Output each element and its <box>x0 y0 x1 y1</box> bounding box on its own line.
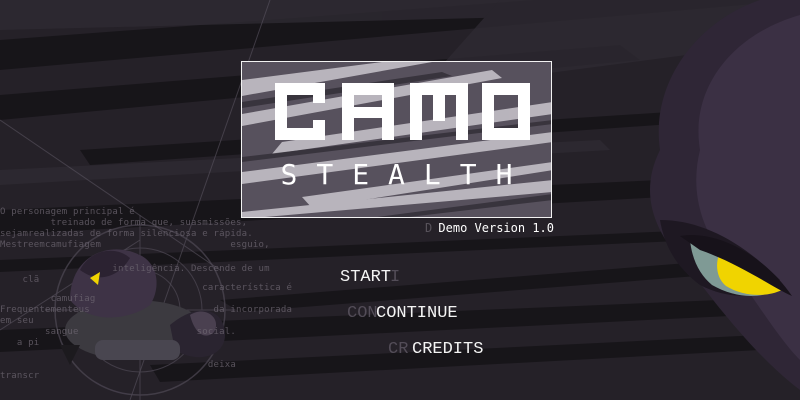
lore-line: deixa <box>0 360 236 370</box>
lore-line: O personagem principal é <box>0 207 135 217</box>
continue-button[interactable]: CONTINUE <box>376 304 458 323</box>
lore-line: transcr <box>0 371 40 381</box>
logo-camo-art <box>242 62 551 217</box>
lore-line: inteligência. Descende de um <box>0 264 270 274</box>
lore-line: camufiag <box>0 294 96 304</box>
title-screen: O personagem principal é treinado de for… <box>0 0 800 400</box>
menu-ghost-continue: CON <box>347 304 378 323</box>
start-button[interactable]: START <box>340 268 391 287</box>
menu-ghost-start: I <box>390 268 401 287</box>
lore-line: treinado de forma que, suasmissões, <box>0 218 248 228</box>
lore-line: característica é <box>0 283 293 293</box>
credits-button[interactable]: CREDITS <box>412 340 483 359</box>
lore-line: sangue social. <box>0 327 236 337</box>
lore-line: a pi <box>0 338 40 348</box>
lore-line: sejamrealizadas de forma silenciosa e rá… <box>0 229 253 239</box>
logo-subtitle: STEALTH <box>280 158 532 191</box>
lore-line: em seu <box>0 316 34 326</box>
game-logo: STEALTH <box>241 61 552 218</box>
lore-line: Mestreemcamufiagem esguio, <box>0 240 270 250</box>
lore-line: Frequentementeus da incorporada <box>0 305 293 315</box>
menu-ghost-credits: CR <box>388 340 409 359</box>
version-label: Demo Version 1.0 <box>438 221 554 235</box>
